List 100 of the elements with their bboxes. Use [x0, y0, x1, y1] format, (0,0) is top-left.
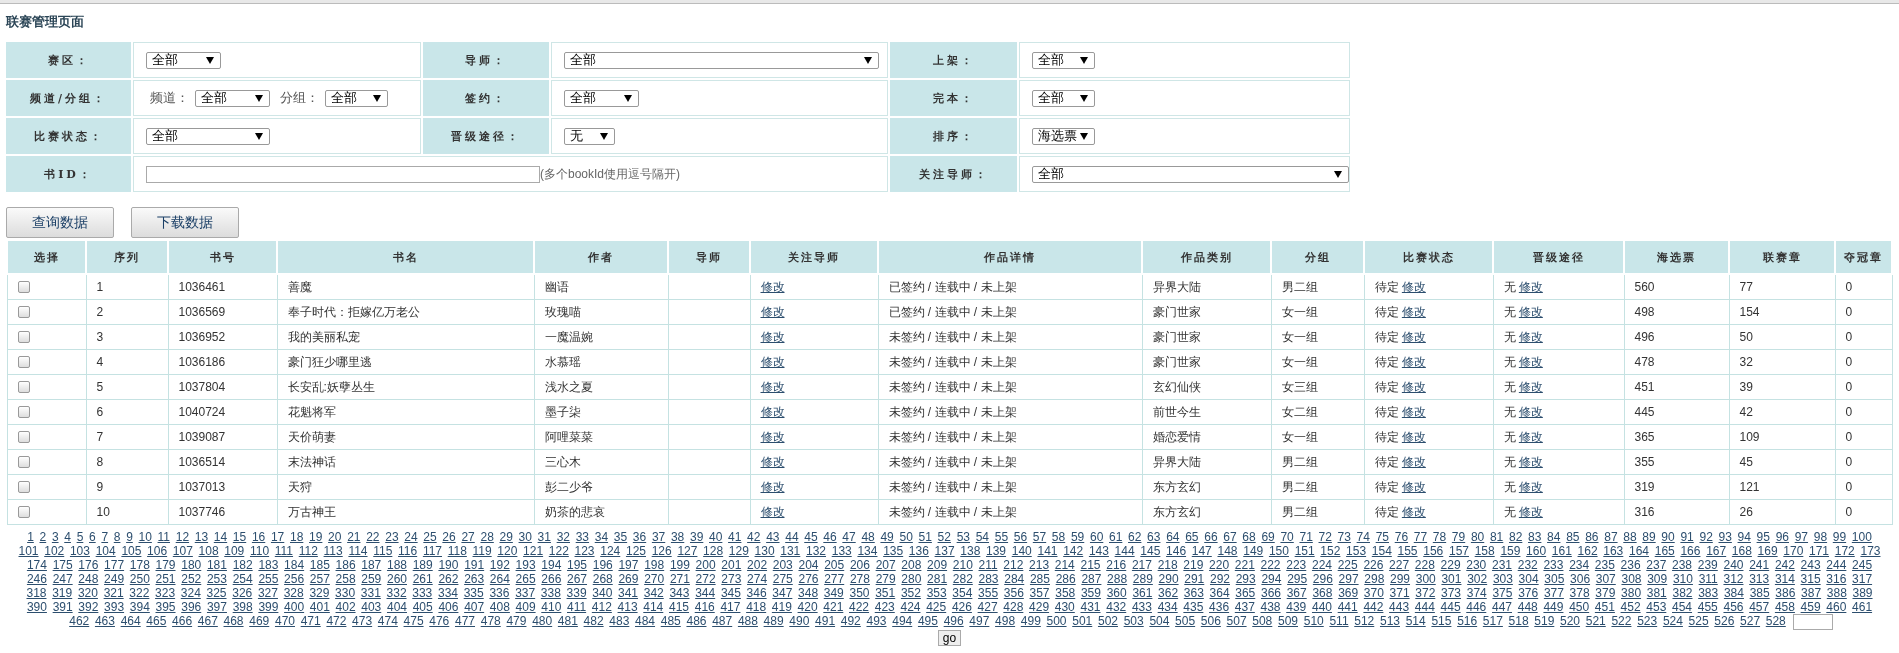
page-link[interactable]: 146 [1166, 544, 1187, 558]
page-link[interactable]: 429 [1029, 600, 1050, 614]
page-link[interactable]: 414 [643, 600, 664, 614]
page-link[interactable]: 131 [780, 544, 801, 558]
page-link[interactable]: 84 [1547, 530, 1561, 544]
page-link[interactable]: 477 [455, 614, 475, 629]
edit-link[interactable]: 修改 [1401, 379, 1426, 394]
page-link[interactable]: 334 [437, 586, 458, 600]
page-link[interactable]: 49 [880, 530, 894, 544]
page-link[interactable]: 441 [1337, 600, 1358, 614]
page-link[interactable]: 282 [952, 572, 973, 586]
page-link[interactable]: 327 [257, 586, 278, 600]
page-link[interactable]: 488 [737, 614, 758, 629]
page-link[interactable]: 33 [575, 530, 590, 544]
page-link[interactable]: 90 [1661, 530, 1675, 544]
page-link[interactable]: 411 [567, 600, 587, 614]
page-link[interactable]: 522 [1611, 614, 1632, 629]
page-link[interactable]: 305 [1544, 572, 1565, 586]
edit-link[interactable]: 修改 [760, 379, 785, 394]
page-link[interactable]: 190 [438, 558, 459, 572]
dropdown[interactable]: 全部 [1032, 165, 1349, 183]
page-link[interactable]: 450 [1569, 600, 1590, 614]
edit-link[interactable]: 修改 [760, 404, 785, 419]
edit-link[interactable]: 修改 [1518, 304, 1543, 319]
page-link[interactable]: 224 [1311, 558, 1332, 572]
page-link[interactable]: 167 [1706, 544, 1727, 558]
page-link[interactable]: 12 [175, 530, 190, 544]
page-link[interactable]: 182 [232, 558, 253, 572]
page-link[interactable]: 204 [798, 558, 819, 572]
page-link[interactable]: 425 [926, 600, 947, 614]
page-link[interactable]: 195 [567, 558, 588, 572]
page-link[interactable]: 474 [377, 614, 398, 629]
page-link[interactable]: 462 [69, 614, 90, 629]
page-link[interactable]: 389 [1852, 586, 1873, 600]
page-link[interactable]: 230 [1466, 558, 1487, 572]
page-link[interactable]: 79 [1451, 530, 1466, 544]
page-link[interactable]: 399 [258, 600, 279, 614]
page-link[interactable]: 41 [728, 530, 742, 544]
page-link[interactable]: 249 [104, 572, 125, 586]
page-link[interactable]: 485 [660, 614, 681, 629]
page-link[interactable]: 124 [600, 544, 621, 558]
page-link[interactable]: 38 [670, 530, 685, 544]
page-link[interactable]: 151 [1294, 544, 1315, 558]
edit-link[interactable]: 修改 [1518, 479, 1543, 494]
edit-link[interactable]: 修改 [1401, 354, 1426, 369]
page-link[interactable]: 143 [1088, 544, 1109, 558]
page-link[interactable]: 438 [1260, 600, 1281, 614]
page-link[interactable]: 458 [1774, 600, 1795, 614]
edit-link[interactable]: 修改 [760, 479, 785, 494]
page-link[interactable]: 125 [625, 544, 646, 558]
page-link[interactable]: 1 [27, 530, 34, 544]
page-link[interactable]: 192 [489, 558, 510, 572]
page-link[interactable]: 260 [386, 572, 407, 586]
page-link[interactable]: 34 [594, 530, 609, 544]
page-link[interactable]: 58 [1051, 530, 1066, 544]
page-link[interactable]: 231 [1492, 558, 1512, 572]
page-link[interactable]: 141 [1037, 544, 1058, 558]
page-link[interactable]: 269 [618, 572, 639, 586]
page-link[interactable]: 337 [515, 586, 536, 600]
page-link[interactable]: 24 [404, 530, 418, 544]
page-link[interactable]: 423 [874, 600, 895, 614]
page-link[interactable]: 332 [386, 586, 407, 600]
dropdown[interactable]: 全部 [325, 89, 388, 107]
page-link[interactable]: 158 [1474, 544, 1495, 558]
page-link[interactable]: 386 [1775, 586, 1796, 600]
page-link[interactable]: 109 [224, 544, 245, 558]
page-link[interactable]: 279 [875, 572, 896, 586]
page-link[interactable]: 345 [720, 586, 741, 600]
page-link[interactable]: 246 [26, 572, 47, 586]
page-link[interactable]: 444 [1414, 600, 1435, 614]
edit-link[interactable]: 修改 [1401, 279, 1426, 294]
page-link[interactable]: 428 [1003, 600, 1024, 614]
page-link[interactable]: 314 [1774, 572, 1795, 586]
page-link[interactable]: 328 [283, 586, 304, 600]
page-link[interactable]: 466 [172, 614, 193, 629]
page-link[interactable]: 238 [1672, 558, 1693, 572]
page-link[interactable]: 89 [1642, 530, 1656, 544]
page-link[interactable]: 209 [927, 558, 948, 572]
page-link[interactable]: 400 [284, 600, 305, 614]
page-link[interactable]: 456 [1723, 600, 1744, 614]
dropdown[interactable]: 全部 [564, 51, 879, 69]
page-link[interactable]: 54 [975, 530, 990, 544]
page-link[interactable]: 266 [541, 572, 562, 586]
dropdown[interactable]: 全部 [1032, 89, 1095, 107]
dropdown[interactable]: 全部 [1032, 51, 1095, 69]
page-link[interactable]: 59 [1070, 530, 1085, 544]
page-link[interactable]: 498 [995, 614, 1016, 629]
page-link[interactable]: 363 [1183, 586, 1204, 600]
page-link[interactable]: 75 [1375, 530, 1389, 544]
page-link[interactable]: 177 [104, 558, 125, 572]
page-link[interactable]: 201 [721, 558, 742, 572]
edit-link[interactable]: 修改 [1518, 404, 1543, 419]
page-link[interactable]: 222 [1260, 558, 1281, 572]
edit-link[interactable]: 修改 [1518, 454, 1543, 469]
page-link[interactable]: 440 [1311, 600, 1332, 614]
page-link[interactable]: 380 [1621, 586, 1642, 600]
page-link[interactable]: 86 [1585, 530, 1599, 544]
page-link[interactable]: 390 [26, 600, 47, 614]
page-link[interactable]: 382 [1672, 586, 1693, 600]
page-link[interactable]: 277 [824, 572, 845, 586]
